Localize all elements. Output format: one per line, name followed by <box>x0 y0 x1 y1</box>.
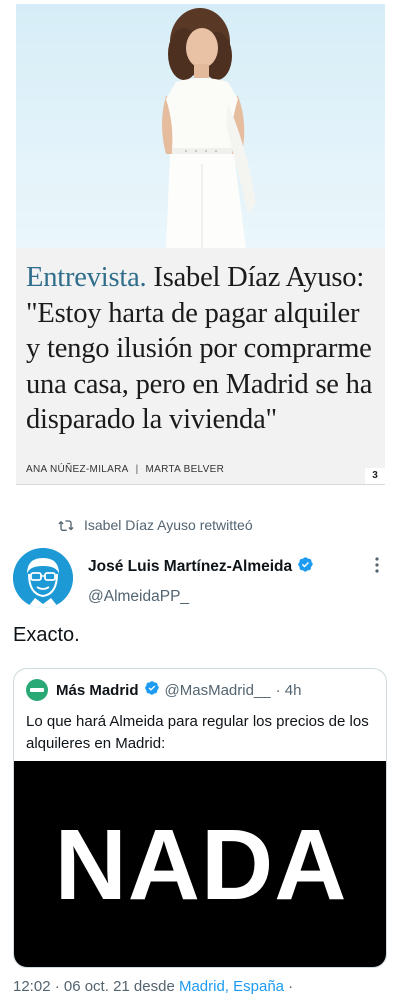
retweet-context[interactable]: Isabel Díaz Ayuso retwitteó <box>58 517 253 533</box>
tweet-timestamp[interactable]: 12:02 · 06 oct. 21 desde <box>13 978 179 995</box>
verified-badge-icon <box>297 556 314 578</box>
quote-time[interactable]: · 4h <box>276 682 302 699</box>
tweet-footer: 12:02 · 06 oct. 21 desde Madrid, España … <box>13 978 293 995</box>
byline-author-2: MARTA BELVER <box>145 464 225 475</box>
quote-image[interactable]: NADA <box>14 761 386 967</box>
quoted-tweet[interactable]: Más Madrid @MasMadrid__ · 4h Lo que hará… <box>13 668 387 968</box>
footer-trailing: · <box>284 978 294 995</box>
byline-author-1: ANA NÚÑEZ-MILARA <box>26 464 129 475</box>
author-handle[interactable]: @AlmeidaPP_ <box>88 588 314 606</box>
article-bylines: ANA NÚÑEZ-MILARA | MARTA BELVER <box>26 464 224 475</box>
tweet-location[interactable]: Madrid, España <box>179 978 284 995</box>
quote-author-handle[interactable]: @MasMadrid__ <box>165 682 271 699</box>
quote-author-name[interactable]: Más Madrid <box>56 682 139 699</box>
tweet-text: Exacto. <box>13 624 80 646</box>
retweet-icon <box>58 518 74 532</box>
author-name[interactable]: José Luis Martínez-Almeida <box>88 558 292 576</box>
retweet-label: Isabel Díaz Ayuso retwitteó <box>84 517 253 533</box>
article-headline: Entrevista. Isabel Díaz Ayuso: "Estoy ha… <box>26 260 378 438</box>
article-photo <box>16 4 385 248</box>
quote-image-text: NADA <box>54 809 348 921</box>
article-card: Entrevista. Isabel Díaz Ayuso: "Estoy ha… <box>16 4 385 485</box>
quote-text: Lo que hará Almeida para regular los pre… <box>26 713 369 752</box>
page-number: 3 <box>365 468 385 484</box>
headline-kicker: Entrevista. <box>26 262 147 293</box>
author-avatar[interactable] <box>13 548 73 608</box>
more-options-icon[interactable] <box>374 556 380 579</box>
mas-madrid-logo-icon <box>26 679 48 701</box>
quote-verified-badge-icon <box>144 680 160 700</box>
byline-separator: | <box>135 464 139 475</box>
tweet-author[interactable]: José Luis Martínez-Almeida @AlmeidaPP_ <box>88 556 314 606</box>
